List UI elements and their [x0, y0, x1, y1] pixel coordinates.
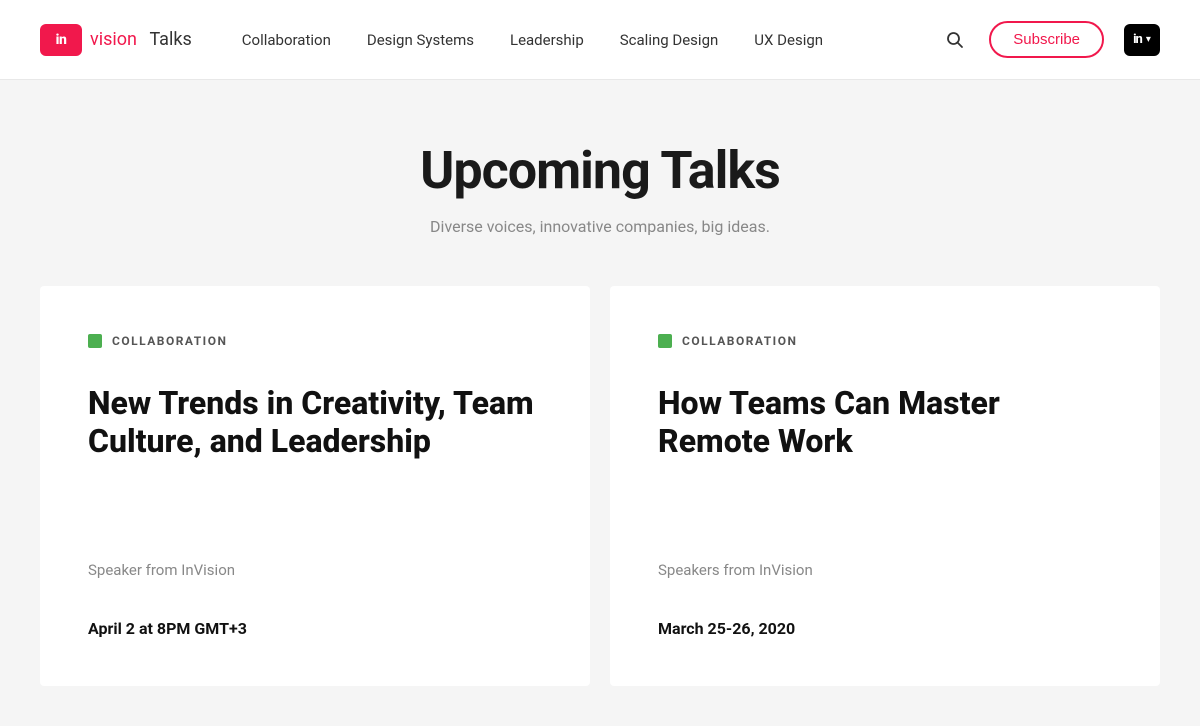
card-2-category-area: COLLABORATION	[658, 334, 1112, 348]
logo-area: in vision Talks	[40, 24, 192, 56]
in-menu-button[interactable]: in ▾	[1124, 24, 1160, 56]
talk-card-2[interactable]: COLLABORATION How Teams Can Master Remot…	[610, 286, 1160, 686]
logo-brand-red: vision	[90, 29, 137, 50]
chevron-down-icon: ▾	[1146, 34, 1151, 45]
card-1-category-label: COLLABORATION	[112, 334, 227, 348]
cards-section: COLLABORATION New Trends in Creativity, …	[0, 286, 1200, 726]
logo-in-text: in	[56, 32, 67, 48]
card-2-title: How Teams Can Master Remote Work	[658, 384, 1112, 533]
main-nav: Collaboration Design Systems Leadership …	[242, 31, 942, 49]
card-1-date: April 2 at 8PM GMT+3	[88, 619, 542, 638]
cards-grid: COLLABORATION New Trends in Creativity, …	[40, 286, 1160, 686]
category-dot-2	[658, 334, 672, 348]
card-2-category-label: COLLABORATION	[682, 334, 797, 348]
card-1-category-area: COLLABORATION	[88, 334, 542, 348]
logo-talks: Talks	[145, 29, 192, 50]
nav-item-leadership[interactable]: Leadership	[510, 31, 584, 49]
talk-card-1[interactable]: COLLABORATION New Trends in Creativity, …	[40, 286, 590, 686]
nav-item-collaboration[interactable]: Collaboration	[242, 31, 331, 49]
search-icon	[945, 30, 965, 50]
card-1-title: New Trends in Creativity, Team Culture, …	[88, 384, 542, 533]
nav-item-ux-design[interactable]: UX Design	[754, 31, 823, 49]
search-button[interactable]	[941, 26, 969, 54]
header: in vision Talks Collaboration Design Sys…	[0, 0, 1200, 80]
in-menu-icon: in	[1133, 32, 1142, 47]
subscribe-button[interactable]: Subscribe	[989, 21, 1104, 58]
card-2-speaker: Speakers from InVision	[658, 561, 1112, 579]
logo-box: in	[40, 24, 82, 56]
nav-item-design-systems[interactable]: Design Systems	[367, 31, 474, 49]
hero-subtitle: Diverse voices, innovative companies, bi…	[40, 217, 1160, 236]
hero-section: Upcoming Talks Diverse voices, innovativ…	[0, 80, 1200, 286]
card-2-date: March 25-26, 2020	[658, 619, 1112, 638]
hero-title: Upcoming Talks	[40, 140, 1160, 201]
nav-item-scaling-design[interactable]: Scaling Design	[620, 31, 719, 49]
category-dot-1	[88, 334, 102, 348]
header-actions: Subscribe in ▾	[941, 21, 1160, 58]
card-1-speaker: Speaker from InVision	[88, 561, 542, 579]
